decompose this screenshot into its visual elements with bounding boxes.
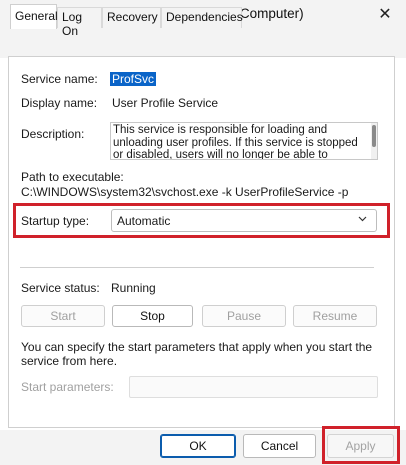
apply-button[interactable]: Apply: [327, 434, 394, 458]
scrollbar-thumb[interactable]: [372, 125, 376, 147]
display-name-label: Display name:: [21, 96, 98, 110]
description-label: Description:: [21, 127, 85, 141]
description-text: This service is responsible for loading …: [113, 124, 358, 160]
ok-button[interactable]: OK: [160, 434, 236, 458]
service-name-label: Service name:: [21, 72, 98, 86]
startup-type-label: Startup type:: [21, 214, 90, 228]
stop-button[interactable]: Stop: [112, 305, 193, 327]
startup-type-value: Automatic: [117, 214, 171, 228]
tab-recovery[interactable]: Recovery: [102, 7, 161, 28]
general-panel: [8, 56, 395, 428]
display-name-value: User Profile Service: [112, 96, 219, 110]
description-box[interactable]: This service is responsible for loading …: [110, 122, 378, 160]
start-params-note: You can specify the start parameters tha…: [21, 340, 373, 368]
cancel-button[interactable]: Cancel: [243, 434, 316, 458]
tab-strip: [0, 30, 406, 58]
service-name-text: ProfSvc: [110, 72, 157, 86]
service-status-value: Running: [111, 281, 156, 295]
startup-type-dropdown[interactable]: Automatic: [111, 209, 377, 232]
service-status-label: Service status:: [21, 281, 100, 295]
tab-log-on[interactable]: Log On: [57, 7, 102, 38]
tab-dependencies[interactable]: Dependencies: [161, 7, 243, 28]
chevron-down-icon: [357, 213, 368, 227]
description-scrollbar[interactable]: [371, 123, 377, 159]
separator: [20, 267, 374, 268]
pause-button[interactable]: Pause: [202, 305, 286, 327]
start-button[interactable]: Start: [21, 305, 105, 327]
close-icon[interactable]: ✕: [370, 2, 400, 26]
service-name-value[interactable]: ProfSvc: [110, 72, 157, 86]
tab-general[interactable]: General: [10, 4, 58, 29]
path-label: Path to executable:: [21, 170, 124, 184]
resume-button[interactable]: Resume: [293, 305, 377, 327]
path-value: C:\WINDOWS\system32\svchost.exe -k UserP…: [21, 185, 349, 199]
start-params-label: Start parameters:: [21, 380, 114, 394]
start-params-input[interactable]: [129, 376, 378, 398]
